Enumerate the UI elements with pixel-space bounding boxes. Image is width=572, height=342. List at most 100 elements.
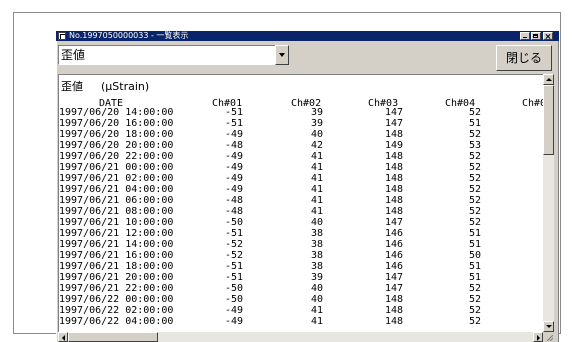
cell-ch02: 40 <box>310 294 323 305</box>
list-view-window: No.1997050000033 - 一覧表示 歪値 閉じる 歪値 (μStrai… <box>56 31 559 342</box>
cell-date: 1997/06/22 04:00:00 <box>59 316 174 327</box>
cell-ch03: 148 <box>384 162 403 173</box>
cell-ch03: 149 <box>384 140 403 151</box>
table-row: 1997/06/20 22:00:00 -49 41 148 52 <box>59 151 543 162</box>
scroll-left-arrow-icon[interactable] <box>58 332 68 342</box>
cell-ch02: 40 <box>310 217 323 228</box>
cell-ch04: 52 <box>468 316 481 327</box>
cell-ch03: 148 <box>384 305 403 316</box>
cell-date: 1997/06/21 18:00:00 <box>59 261 174 272</box>
cell-ch01: -49 <box>224 129 243 140</box>
table-row: 1997/06/20 20:00:00 -48 42 149 53 <box>59 140 543 151</box>
cell-ch01: -49 <box>224 316 243 327</box>
table-row: 1997/06/21 22:00:00 -50 40 147 52 <box>59 283 543 294</box>
resize-grip-icon[interactable] <box>543 332 554 342</box>
horizontal-scrollbar[interactable] <box>58 332 543 342</box>
window-close-button[interactable] <box>543 32 553 40</box>
cell-ch02: 40 <box>310 129 323 140</box>
cell-ch04: 52 <box>468 283 481 294</box>
cell-ch02: 39 <box>310 118 323 129</box>
cell-ch01: -48 <box>224 206 243 217</box>
table-row: 1997/06/21 00:00:00 -49 41 148 52 <box>59 162 543 173</box>
cell-ch01: -51 <box>224 118 243 129</box>
cell-ch02: 41 <box>310 184 323 195</box>
table-row: 1997/06/21 14:00:00 -52 38 146 51 <box>59 239 543 250</box>
scroll-right-arrow-icon[interactable] <box>533 332 543 342</box>
cell-ch01: -52 <box>224 250 243 261</box>
cell-ch01: -48 <box>224 140 243 151</box>
cell-ch04: 50 <box>468 250 481 261</box>
data-type-select[interactable]: 歪値 <box>58 45 289 65</box>
app-icon <box>58 32 66 40</box>
cell-ch04: 52 <box>468 217 481 228</box>
cell-ch03: 146 <box>384 239 403 250</box>
cell-date: 1997/06/21 06:00:00 <box>59 195 174 206</box>
data-list[interactable]: 歪値 (μStrain) DATE Ch#01 Ch#02 Ch#03 Ch#04… <box>58 74 544 342</box>
table-row: 1997/06/22 00:00:00 -50 40 148 52 <box>59 294 543 305</box>
cell-date: 1997/06/20 14:00:00 <box>59 107 174 118</box>
cell-date: 1997/06/21 16:00:00 <box>59 250 174 261</box>
cell-ch03: 146 <box>384 250 403 261</box>
cell-ch02: 42 <box>310 140 323 151</box>
cell-ch04: 51 <box>468 239 481 250</box>
list-heading: 歪値 (μStrain) <box>61 78 149 94</box>
cell-date: 1997/06/22 00:00:00 <box>59 294 174 305</box>
table-row: 1997/06/21 10:00:00 -50 40 147 52 <box>59 217 543 228</box>
cell-date: 1997/06/20 20:00:00 <box>59 140 174 151</box>
cell-ch01: -49 <box>224 162 243 173</box>
cell-ch01: -48 <box>224 195 243 206</box>
cell-ch02: 41 <box>310 305 323 316</box>
cell-ch04: 52 <box>468 195 481 206</box>
cell-ch04: 52 <box>468 305 481 316</box>
cell-ch04: 51 <box>468 272 481 283</box>
table-row: 1997/06/20 16:00:00 -51 39 147 51 <box>59 118 543 129</box>
cell-ch03: 148 <box>384 195 403 206</box>
cell-ch02: 41 <box>310 173 323 184</box>
cell-ch04: 53 <box>468 140 481 151</box>
cell-date: 1997/06/21 12:00:00 <box>59 228 174 239</box>
cell-ch04: 51 <box>468 118 481 129</box>
cell-ch01: -49 <box>224 173 243 184</box>
cell-ch02: 39 <box>310 107 323 118</box>
title-bar[interactable]: No.1997050000033 - 一覧表示 <box>56 31 559 41</box>
cell-date: 1997/06/22 02:00:00 <box>59 305 174 316</box>
cell-ch03: 148 <box>384 173 403 184</box>
close-button[interactable]: 閉じる <box>496 45 552 71</box>
horizontal-scroll-thumb[interactable] <box>68 332 158 342</box>
cell-ch01: -51 <box>224 228 243 239</box>
cell-ch03: 147 <box>384 107 403 118</box>
cell-ch04: 52 <box>468 206 481 217</box>
cell-date: 1997/06/21 02:00:00 <box>59 173 174 184</box>
table-row: 1997/06/21 20:00:00 -51 39 147 51 <box>59 272 543 283</box>
cell-ch04: 51 <box>468 228 481 239</box>
cell-ch04: 52 <box>468 173 481 184</box>
cell-ch03: 148 <box>384 294 403 305</box>
cell-ch02: 41 <box>310 195 323 206</box>
cell-ch02: 38 <box>310 250 323 261</box>
heading-title: 歪値 <box>61 80 83 93</box>
vertical-scroll-thumb[interactable] <box>543 85 554 155</box>
chevron-down-icon[interactable] <box>275 45 289 65</box>
cell-ch03: 148 <box>384 206 403 217</box>
cell-ch02: 38 <box>310 228 323 239</box>
scroll-up-arrow-icon[interactable] <box>543 74 554 85</box>
cell-ch01: -50 <box>224 283 243 294</box>
cell-ch02: 41 <box>310 206 323 217</box>
cell-ch01: -50 <box>224 217 243 228</box>
scroll-down-arrow-icon[interactable] <box>543 321 554 332</box>
cell-date: 1997/06/20 18:00:00 <box>59 129 174 140</box>
cell-date: 1997/06/20 16:00:00 <box>59 118 174 129</box>
cell-ch01: -49 <box>224 305 243 316</box>
vertical-scrollbar[interactable] <box>543 74 554 332</box>
cell-ch01: -49 <box>224 151 243 162</box>
minimize-button[interactable] <box>520 32 530 40</box>
cell-date: 1997/06/21 08:00:00 <box>59 206 174 217</box>
data-type-select-value: 歪値 <box>61 48 86 62</box>
cell-ch03: 147 <box>384 118 403 129</box>
maximize-button[interactable] <box>531 32 541 40</box>
cell-date: 1997/06/21 20:00:00 <box>59 272 174 283</box>
cell-ch01: -51 <box>224 272 243 283</box>
cell-ch01: -49 <box>224 184 243 195</box>
table-row: 1997/06/22 02:00:00 -49 41 148 52 <box>59 305 543 316</box>
cell-date: 1997/06/21 10:00:00 <box>59 217 174 228</box>
